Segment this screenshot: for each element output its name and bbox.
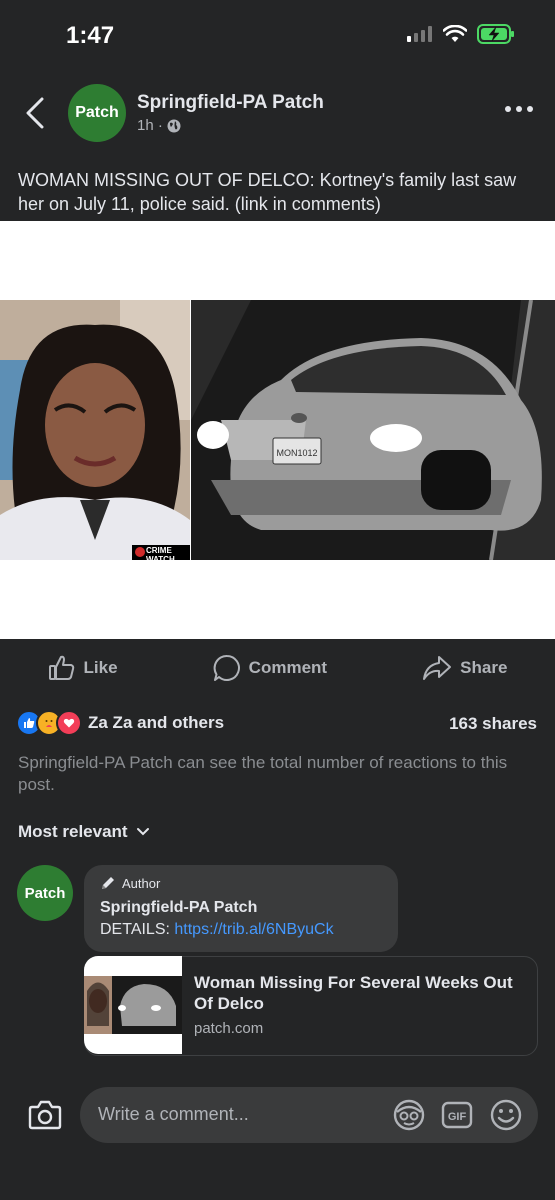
share-button[interactable]: Share bbox=[422, 654, 507, 682]
post-text: WOMAN MISSING OUT OF DELCO: Kortney's fa… bbox=[18, 170, 517, 214]
vehicle-photo[interactable]: MON1012 bbox=[191, 300, 555, 560]
sort-label: Most relevant bbox=[18, 822, 128, 841]
share-count[interactable]: 163 shares bbox=[449, 714, 537, 734]
license-plate-text: MON1012 bbox=[276, 448, 317, 458]
love-reaction-icon bbox=[56, 710, 82, 736]
link-preview-title: Woman Missing For Several Weeks Out Of D… bbox=[194, 973, 513, 1013]
reaction-names: Za Za and others bbox=[88, 713, 225, 732]
post-actions-bar: Like Comment Share bbox=[0, 640, 555, 696]
link-preview-thumbnail bbox=[84, 956, 182, 1054]
comment-text: DETAILS: https://trib.al/6NByuCk bbox=[100, 921, 334, 939]
emoji-icon[interactable] bbox=[489, 1098, 523, 1132]
reactions-summary[interactable]: Za Za and others bbox=[16, 710, 224, 736]
back-arrow-icon[interactable] bbox=[22, 96, 50, 130]
author-badge: Author bbox=[100, 875, 160, 891]
more-options-icon[interactable] bbox=[505, 106, 533, 112]
missing-person-photo[interactable]: CRIME WATCH bbox=[0, 300, 190, 560]
thumbs-up-icon bbox=[48, 655, 74, 680]
comment-text-prefix: DETAILS: bbox=[100, 921, 175, 938]
photo-watermark: CRIME WATCH bbox=[146, 546, 175, 560]
avatar-sticker-icon[interactable] bbox=[392, 1098, 426, 1132]
comment-link[interactable]: https://trib.al/6NByuCk bbox=[174, 921, 333, 938]
wifi-icon bbox=[443, 25, 467, 42]
battery-charging-icon bbox=[477, 24, 514, 44]
reactions-visibility-note: Springfield-PA Patch can see the total n… bbox=[18, 753, 508, 794]
author-badge-label: Author bbox=[122, 875, 161, 891]
commenter-avatar-text: Patch bbox=[24, 884, 66, 902]
svg-text:GIF: GIF bbox=[448, 1111, 467, 1123]
comment-input-placeholder: Write a comment... bbox=[98, 1104, 249, 1124]
like-label: Like bbox=[83, 658, 118, 677]
page-avatar-text: Patch bbox=[75, 104, 119, 121]
page-avatar[interactable]: Patch bbox=[68, 84, 126, 142]
link-preview-domain: patch.com bbox=[194, 1020, 264, 1037]
post-time-text: 1h · bbox=[137, 117, 163, 134]
comment-label: Comment bbox=[248, 658, 328, 677]
globe-icon bbox=[167, 119, 181, 132]
share-label: Share bbox=[460, 658, 508, 677]
commenter-avatar[interactable]: Patch bbox=[17, 865, 73, 921]
chevron-down-icon bbox=[136, 828, 149, 836]
comment-sort-dropdown[interactable]: Most relevant bbox=[18, 822, 150, 842]
status-time: 1:47 bbox=[66, 22, 115, 49]
share-arrow-icon bbox=[423, 656, 452, 680]
status-icons bbox=[407, 24, 515, 44]
cellular-signal-icon bbox=[407, 26, 432, 42]
page-name[interactable]: Springfield-PA Patch bbox=[137, 92, 324, 114]
camera-icon[interactable] bbox=[28, 1100, 62, 1130]
pen-icon bbox=[102, 877, 114, 889]
comment-bubble-icon bbox=[213, 654, 240, 681]
like-button[interactable]: Like bbox=[48, 654, 118, 682]
gif-icon[interactable]: GIF bbox=[440, 1098, 474, 1132]
comment-button[interactable]: Comment bbox=[213, 654, 327, 682]
comment-author[interactable]: Springfield-PA Patch bbox=[100, 899, 257, 917]
post-timestamp: 1h · bbox=[137, 117, 181, 134]
